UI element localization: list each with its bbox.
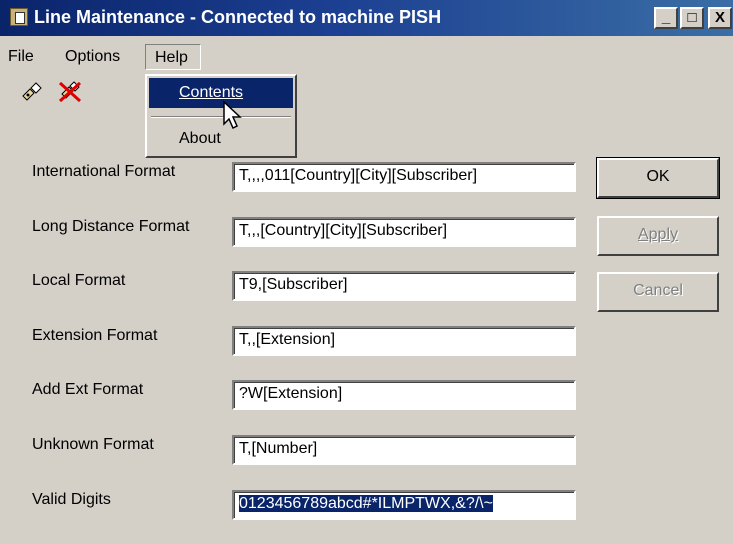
apply-button[interactable]: Apply (597, 216, 719, 256)
label-local-format: Local Format (32, 272, 126, 289)
unknown-format-field[interactable]: T,[Number] (232, 435, 576, 465)
close-button[interactable]: X (708, 7, 732, 29)
extension-format-field[interactable]: T,,[Extension] (232, 326, 576, 356)
label-add-ext-format: Add Ext Format (32, 381, 144, 398)
menu-separator (151, 116, 291, 118)
menu-file[interactable]: File (8, 48, 34, 66)
label-long-distance-format: Long Distance Format (32, 218, 190, 235)
label-international-format: International Format (32, 163, 176, 180)
menu-options[interactable]: Options (65, 48, 120, 66)
window-title: Line Maintenance - Connected to machine … (34, 7, 442, 27)
cursor-arrow-icon (223, 100, 242, 130)
label-valid-digits: Valid Digits (32, 491, 111, 508)
label-unknown-format: Unknown Format (32, 436, 154, 453)
help-dropdown: Contents About (145, 74, 297, 158)
menu-item-contents[interactable]: Contents (149, 78, 293, 108)
label-extension-format: Extension Format (32, 327, 158, 344)
title-bar: Line Maintenance - Connected to machine … (0, 0, 733, 36)
ok-button[interactable]: OK (596, 157, 720, 199)
connect-icon[interactable] (20, 80, 44, 104)
minimize-button[interactable]: _ (654, 7, 678, 29)
valid-digits-selection: 0123456789abcd#*ILMPTWX,&?/\~ (239, 495, 493, 512)
menu-help[interactable]: Help (145, 44, 201, 70)
menu-bar: File Options (0, 40, 733, 70)
maximize-button[interactable]: □ (680, 7, 704, 29)
international-format-field[interactable]: T,,,,011[Country][City][Subscriber] (232, 162, 576, 192)
local-format-field[interactable]: T9,[Subscriber] (232, 271, 576, 301)
valid-digits-field[interactable]: 0123456789abcd#*ILMPTWX,&?/\~ (232, 490, 576, 520)
app-icon[interactable] (10, 8, 28, 26)
disconnect-icon[interactable] (58, 80, 82, 104)
long-distance-format-field[interactable]: T,,,[Country][City][Subscriber] (232, 217, 576, 247)
cancel-button[interactable]: Cancel (597, 272, 719, 312)
menu-item-about[interactable]: About (149, 124, 293, 154)
add-ext-format-field[interactable]: ?W[Extension] (232, 380, 576, 410)
